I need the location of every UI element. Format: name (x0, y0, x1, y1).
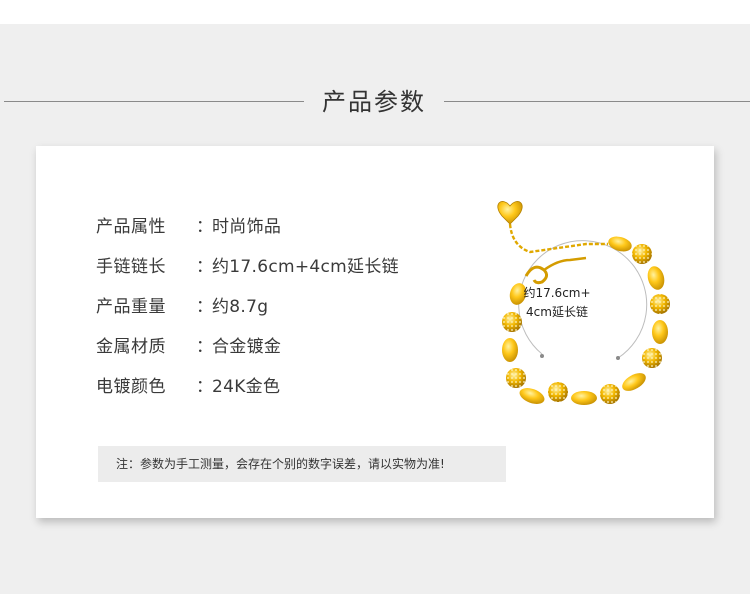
spec-label: 产品属性 (96, 216, 166, 237)
spec-colon: ： (196, 216, 213, 237)
spec-value: 合金镀金 (212, 336, 282, 357)
spec-colon: ： (196, 256, 213, 277)
length-annotation-line2: 4cm延长链 (526, 305, 588, 319)
filigree-ball-texture (642, 348, 662, 368)
length-guide-dot-right (616, 356, 620, 360)
spec-row-weight: 产品重量 ： 约8.7g (96, 284, 399, 324)
filigree-ball-texture (632, 244, 652, 264)
spec-label: 金属材质 (96, 336, 166, 357)
oval-bead (622, 373, 646, 391)
oval-bead (608, 236, 632, 252)
extension-chain (508, 223, 608, 254)
spec-value: 时尚饰品 (212, 216, 282, 237)
length-annotation-line1: 约17.6cm+ (523, 286, 591, 300)
oval-bead (502, 338, 518, 362)
clasp-link (543, 256, 587, 272)
spec-row-attribute: 产品属性 ： 时尚饰品 (96, 204, 399, 244)
oval-bead (519, 388, 545, 404)
filigree-ball-texture (548, 382, 568, 402)
clasp (524, 265, 549, 285)
spec-value: 约17.6cm+4cm延长链 (212, 256, 399, 277)
spec-label: 电镀颜色 (96, 376, 166, 397)
oval-bead (647, 266, 665, 290)
spec-value: 约8.7g (212, 296, 269, 317)
filigree-ball-texture (650, 294, 670, 314)
spec-colon: ： (196, 296, 213, 317)
length-guide-dot-left (540, 354, 544, 358)
heart-charm (497, 201, 523, 225)
spec-row-material: 金属材质 ： 合金镀金 (96, 324, 399, 364)
page-title: 产品参数 (322, 88, 426, 116)
spec-colon: ： (196, 336, 213, 357)
spec-label: 手链链长 (96, 256, 166, 277)
oval-bead (571, 391, 597, 405)
filigree-ball-texture (506, 368, 526, 388)
header-divider-right (444, 101, 750, 102)
section-header: 产品参数 (0, 84, 750, 120)
length-annotation: 约17.6cm+ 4cm延长链 (512, 284, 602, 322)
spec-row-plating-color: 电镀颜色 ： 24K金色 (96, 364, 399, 404)
spec-row-length: 手链链长 ： 约17.6cm+4cm延长链 (96, 244, 399, 284)
measurement-note: 注：参数为手工测量，会存在个别的数字误差，请以实物为准! (98, 446, 506, 482)
spec-value: 24K金色 (212, 376, 281, 397)
filigree-ball-texture (600, 384, 620, 404)
spec-colon: ： (196, 376, 213, 397)
spec-label: 产品重量 (96, 296, 166, 317)
spec-list: 产品属性 ： 时尚饰品 手链链长 ： 约17.6cm+4cm延长链 产品重量 ：… (96, 204, 399, 404)
oval-bead (652, 320, 668, 344)
spec-card: 产品属性 ： 时尚饰品 手链链长 ： 约17.6cm+4cm延长链 产品重量 ：… (36, 146, 714, 518)
header-divider-left (4, 101, 304, 102)
